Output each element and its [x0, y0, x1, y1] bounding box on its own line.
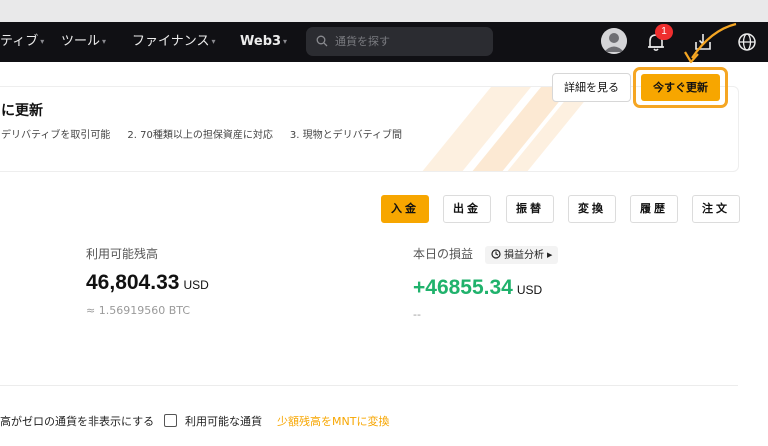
- search-input[interactable]: 通貨を探す: [306, 27, 493, 56]
- today-pnl-label: 本日の損益: [413, 247, 474, 261]
- convert-small-balance-link[interactable]: 少額残高をMNTに変換: [277, 413, 389, 429]
- withdraw-button[interactable]: 出金: [443, 195, 491, 223]
- history-button[interactable]: 履歴: [630, 195, 678, 223]
- banner-feature-1: デリバティブを取引可能: [1, 130, 111, 141]
- balance-btc-equivalent: ≈ 1.56919560 BTC: [86, 304, 190, 317]
- nav-tools[interactable]: ツール ▾: [61, 22, 106, 62]
- pnl-unit: USD: [516, 283, 543, 297]
- transfer-button[interactable]: 振替: [506, 195, 554, 223]
- chevron-down-icon: ▾: [283, 37, 288, 46]
- available-only-label: 利用可能な通貨: [185, 415, 262, 428]
- notification-badge: 1: [655, 24, 673, 40]
- top-navigation: ティブ ▾ ツール ▾ ファイナンス ▾ Web3 ▾ 通貨を探す 1: [0, 22, 768, 62]
- banner-feature-2: 2. 70種類以上の担保資産に対応: [127, 130, 273, 141]
- pointer-arrow-icon: [684, 22, 737, 64]
- deposit-button[interactable]: 入金: [381, 195, 429, 223]
- hide-zero-balance-label[interactable]: 高がゼロの通貨を非表示にする: [0, 413, 154, 429]
- clock-icon: [491, 249, 501, 259]
- nav-web3[interactable]: Web3 ▾: [240, 22, 287, 62]
- banner-feature-3: 3. 現物とデリバティブ間: [289, 130, 402, 141]
- app-window: ティブ ▾ ツール ▾ ファイナンス ▾ Web3 ▾ 通貨を探す 1 に更新 …: [0, 22, 768, 446]
- convert-button[interactable]: 変換: [568, 195, 616, 223]
- chevron-down-icon: ▾: [40, 37, 45, 46]
- chevron-down-icon: ▾: [211, 37, 216, 46]
- section-divider: [0, 385, 738, 386]
- pnl-analysis-button[interactable]: 損益分析 ▶: [485, 246, 559, 264]
- balance-unit: USD: [183, 278, 209, 292]
- user-icon: [601, 28, 627, 54]
- pnl-sub: --: [413, 308, 421, 321]
- banner-title: に更新: [1, 103, 43, 119]
- chevron-down-icon: ▾: [102, 37, 107, 46]
- banner-features: デリバティブを取引可能 2. 70種類以上の担保資産に対応 3. 現物とデリバティブ…: [1, 126, 419, 141]
- caret-right-icon: ▶: [547, 251, 553, 259]
- today-pnl-value: +46855.34 USD: [413, 276, 543, 299]
- update-now-button[interactable]: 今すぐ更新: [641, 74, 720, 101]
- available-balance-value: 46,804.33 USD: [86, 271, 209, 294]
- search-placeholder: 通貨を探す: [335, 35, 390, 48]
- available-balance-label: 利用可能残高: [86, 247, 159, 261]
- available-only-checkbox[interactable]: [164, 414, 177, 427]
- avatar[interactable]: [601, 28, 627, 54]
- orders-button[interactable]: 注文: [692, 195, 740, 223]
- search-icon: [316, 35, 328, 47]
- nav-derivatives[interactable]: ティブ ▾: [0, 22, 44, 62]
- details-button[interactable]: 詳細を見る: [552, 73, 631, 102]
- nav-finance[interactable]: ファイナンス ▾: [132, 22, 216, 62]
